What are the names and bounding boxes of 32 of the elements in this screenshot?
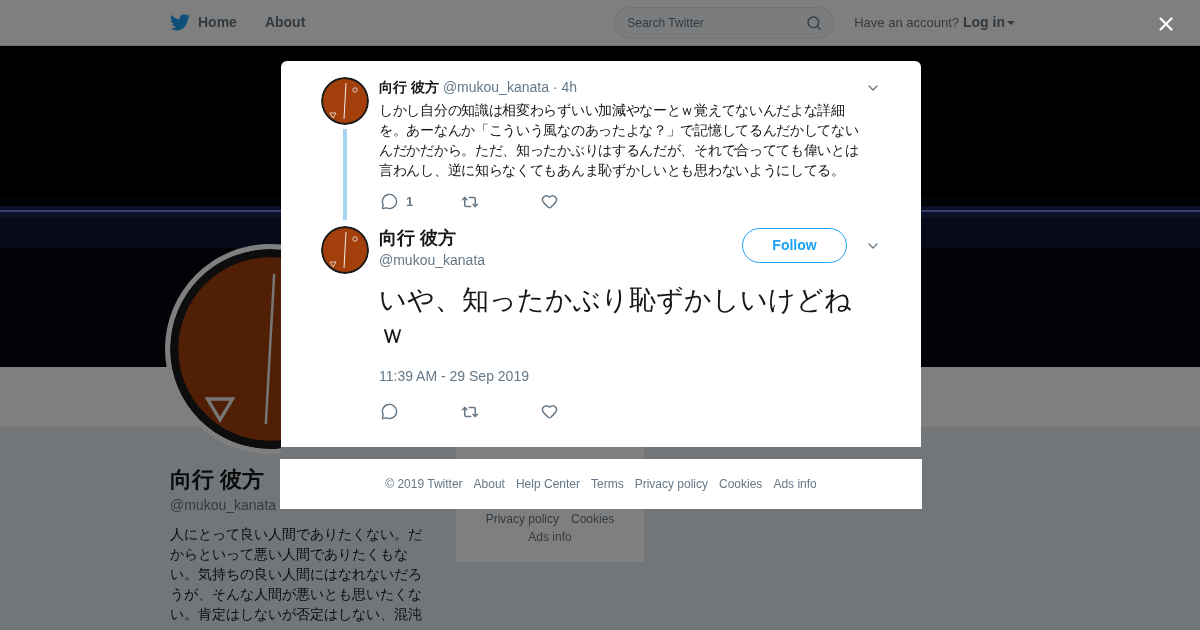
- author-name: 向行 彼方: [379, 226, 457, 250]
- footer-link[interactable]: About: [473, 475, 505, 493]
- footer-link[interactable]: Cookies: [719, 475, 763, 493]
- footer-link[interactable]: Privacy policy: [634, 475, 708, 493]
- footer-link[interactable]: Terms: [591, 475, 624, 493]
- author-name: 向行 彼方: [379, 78, 439, 97]
- tweet-age: · 4h: [552, 78, 578, 97]
- author-handle: @mukou_kanata: [442, 78, 549, 97]
- reply-icon[interactable]: [381, 193, 398, 211]
- profile-bio: 人にとって良い人間でありたくない。だからといって悪い人間でありたくもない。気持ちの良い人間にはなれないだろうが、そんな人間が悪いとも思いたくない。肯定はしないが否定はしない、混沌: [170, 525, 423, 624]
- author-handle: @mukou_kanata: [379, 250, 486, 270]
- profile-name: 向行 彼方: [170, 467, 265, 493]
- tweet-timestamp: 11:39 AM - 29 Sep 2019: [379, 366, 530, 386]
- like-icon[interactable]: [541, 403, 558, 420]
- footer-link[interactable]: Ads info: [528, 528, 572, 546]
- tweet-text: しかし自分の知識は相変わらずいい加減やなーとｗ覚えてないんだよな詳細を。あーなんか「こういう風なのあったよな？」で記憶してるんだかしてないんだかだから。ただ、知ったかぶりはするんだが、それで合ってても偉いとは言わんし、逆に知らなくてもあんま恥ずかしいとも思わないようにしてる。: [379, 101, 860, 180]
- login-button[interactable]: Log in: [963, 12, 1015, 33]
- footer-link[interactable]: Help Center: [515, 475, 580, 493]
- like-icon[interactable]: [541, 193, 558, 211]
- search-icon[interactable]: [806, 14, 823, 31]
- footer-link[interactable]: © 2019 Twitter: [385, 475, 463, 493]
- reply-count: 1: [406, 193, 414, 211]
- reply-icon[interactable]: [381, 403, 398, 420]
- footer-link[interactable]: Privacy policy: [485, 510, 559, 528]
- footer-link[interactable]: Cookies: [571, 510, 615, 528]
- nav-link[interactable]: About: [264, 12, 306, 33]
- profile-handle: @mukou_kanata: [170, 496, 277, 515]
- footer-link[interactable]: Ads info: [773, 475, 817, 493]
- search-field[interactable]: Search Twitter: [614, 6, 835, 39]
- account-prompt: Have an account?: [854, 13, 959, 32]
- tweet-text: いや、知ったかぶり恥ずかしいけどねｗ: [379, 283, 853, 351]
- nav-link[interactable]: Home: [198, 12, 237, 33]
